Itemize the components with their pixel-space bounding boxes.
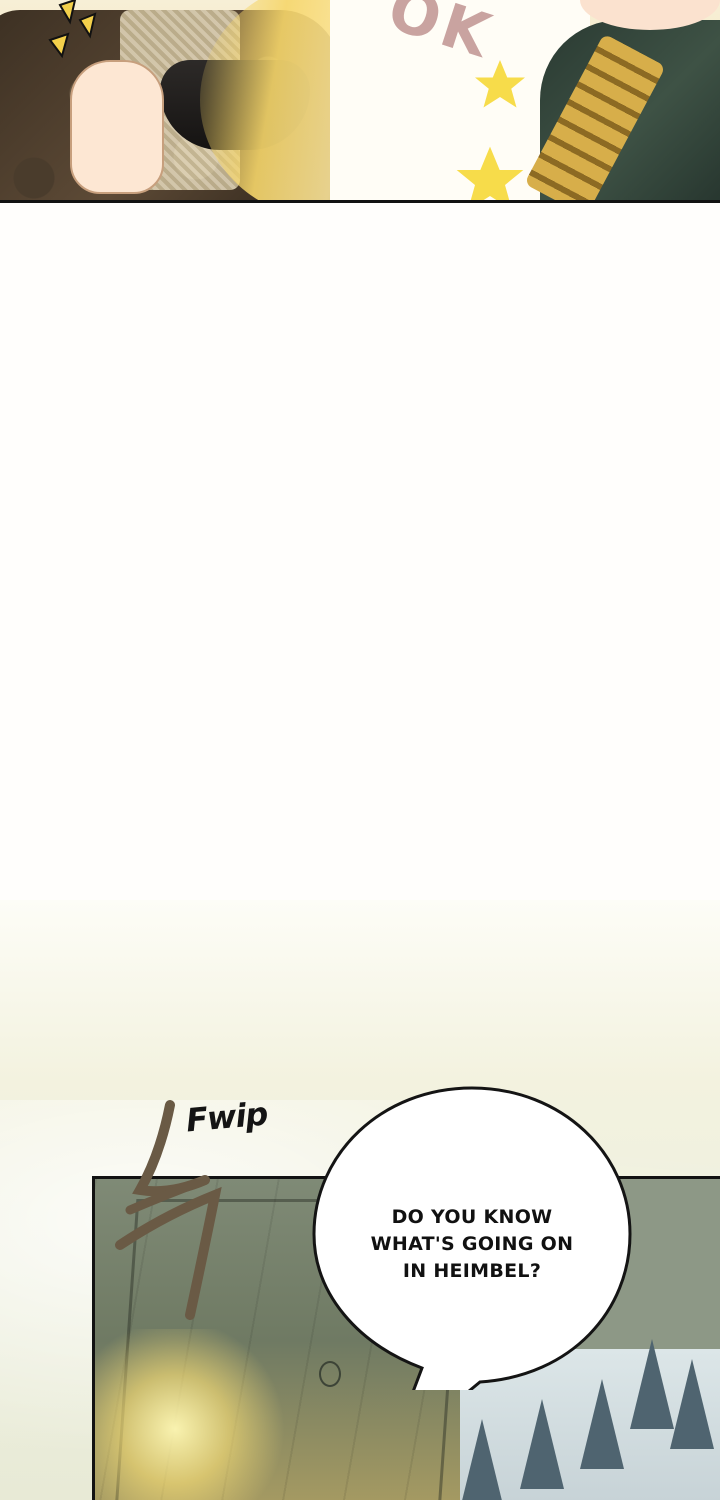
speed-lines-icon xyxy=(48,0,97,59)
fwip-sfx-text: Fwip xyxy=(184,1094,269,1140)
pine-tree xyxy=(460,1419,504,1500)
pine-tree xyxy=(580,1379,624,1469)
comic-page: OK Fwip DO YOU KNOW WHAT'S GOING ON IN H… xyxy=(0,0,720,1500)
speech-line: WHAT'S GOING ON xyxy=(370,1233,574,1255)
pine-tree xyxy=(630,1339,674,1429)
pine-tree xyxy=(670,1359,714,1449)
light-glow xyxy=(95,1329,295,1500)
star-icon xyxy=(475,60,525,108)
speech-line: IN HEIMBEL? xyxy=(402,1260,542,1282)
top-comic-panel: OK xyxy=(0,0,720,203)
pine-tree xyxy=(520,1399,564,1489)
raised-hand xyxy=(70,60,164,194)
speech-bubble-text: DO YOU KNOW WHAT'S GOING ON IN HEIMBEL? xyxy=(342,1204,602,1285)
speech-line: DO YOU KNOW xyxy=(391,1206,553,1228)
star-icon xyxy=(456,146,524,200)
